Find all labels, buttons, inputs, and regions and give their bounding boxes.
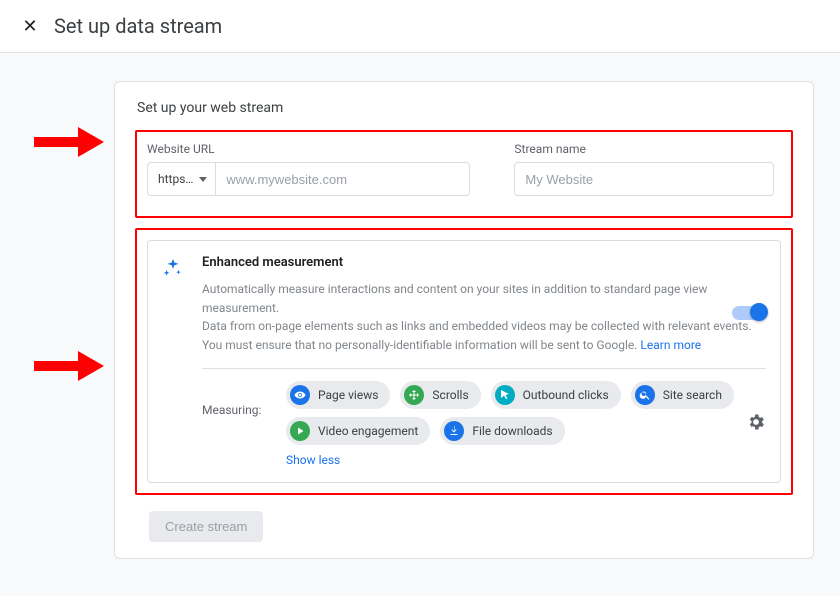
chip-outbound-clicks: Outbound clicks xyxy=(491,381,621,409)
close-icon[interactable]: ✕ xyxy=(20,16,40,37)
stream-card: Set up your web stream Website URL https… xyxy=(114,81,814,559)
stream-name-group: Stream name xyxy=(514,142,774,196)
chip-scrolls: Scrolls xyxy=(400,381,480,409)
annotation-arrow-2 xyxy=(34,353,104,379)
protocol-selected-value: https… xyxy=(158,172,193,186)
chevron-down-icon xyxy=(199,177,207,182)
enhanced-desc-1: Automatically measure interactions and c… xyxy=(202,282,707,315)
play-icon xyxy=(290,421,310,441)
enhanced-title: Enhanced measurement xyxy=(202,255,766,270)
eye-icon xyxy=(290,385,310,405)
annotation-arrow-1 xyxy=(34,129,104,155)
scroll-icon xyxy=(404,385,424,405)
chip-site-search: Site search xyxy=(631,381,734,409)
website-url-group: Website URL https… xyxy=(147,142,470,196)
page-title: Set up data stream xyxy=(54,14,222,38)
enhanced-toggle[interactable] xyxy=(732,305,766,321)
chip-page-views: Page views xyxy=(286,381,390,409)
stream-name-label: Stream name xyxy=(514,142,774,156)
chip-label: Scrolls xyxy=(432,388,468,402)
enhanced-measurement-panel: Enhanced measurement Automatically measu… xyxy=(147,240,781,483)
annotation-box-enhanced: Enhanced measurement Automatically measu… xyxy=(135,228,793,495)
sparkle-icon xyxy=(162,257,184,283)
website-url-label: Website URL xyxy=(147,142,470,156)
show-less-link[interactable]: Show less xyxy=(286,453,340,467)
cursor-icon xyxy=(495,385,515,405)
learn-more-link[interactable]: Learn more xyxy=(640,338,701,352)
chip-label: Page views xyxy=(318,388,378,402)
create-stream-button: Create stream xyxy=(149,511,263,542)
measuring-chips: Page views Scrolls Outbound clicks Site sea… xyxy=(286,381,766,445)
divider xyxy=(202,368,766,369)
chip-label: Outbound clicks xyxy=(523,388,609,402)
search-icon xyxy=(635,385,655,405)
gear-icon[interactable] xyxy=(746,412,766,436)
chip-file-downloads: File downloads xyxy=(440,417,564,445)
chip-label: Site search xyxy=(663,388,722,402)
download-icon xyxy=(444,421,464,441)
website-url-input[interactable] xyxy=(216,162,470,196)
protocol-select[interactable]: https… xyxy=(147,162,216,196)
header-bar: ✕ Set up data stream xyxy=(0,0,840,53)
stream-name-input[interactable] xyxy=(514,162,774,196)
card-heading: Set up your web stream xyxy=(137,100,793,116)
annotation-box-fields: Website URL https… Stream name xyxy=(135,130,793,218)
chip-label: Video engagement xyxy=(318,424,418,438)
chip-video-engagement: Video engagement xyxy=(286,417,430,445)
canvas: Set up your web stream Website URL https… xyxy=(0,53,840,596)
measuring-label: Measuring: xyxy=(202,381,272,417)
chip-label: File downloads xyxy=(472,424,552,438)
